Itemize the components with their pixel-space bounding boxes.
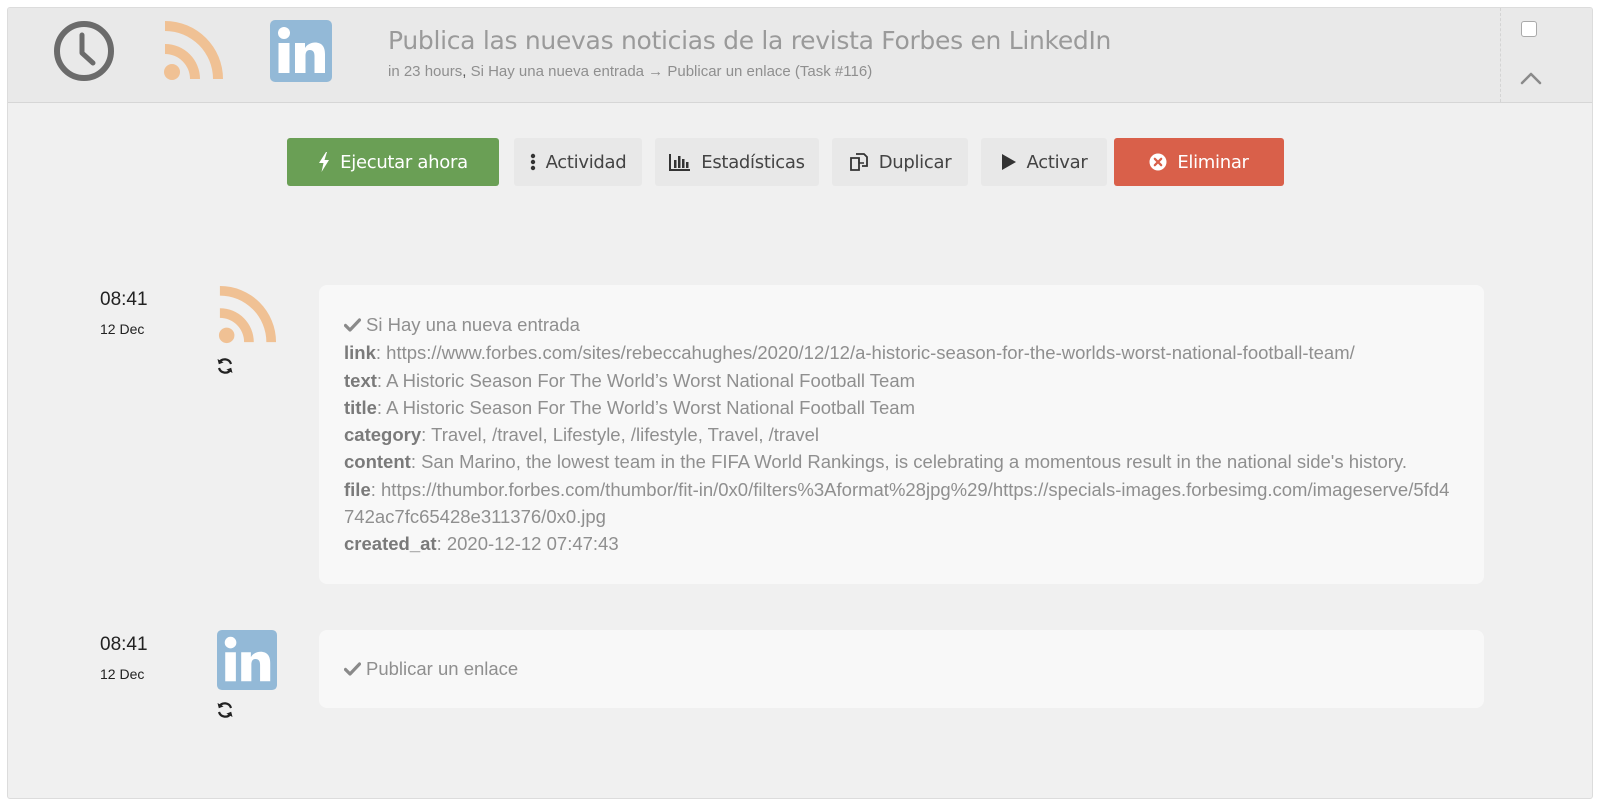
linkedin-icon bbox=[217, 630, 277, 690]
action-entry-card: Publicar un enlace bbox=[319, 630, 1484, 709]
entry-date: 12 Dec bbox=[100, 666, 145, 682]
field-value: San Marino, the lowest team in the FIFA … bbox=[421, 451, 1407, 473]
delete-button[interactable]: Eliminar bbox=[1114, 138, 1284, 186]
linkedin-icon bbox=[270, 20, 332, 82]
entry-date: 12 Dec bbox=[100, 321, 145, 337]
subtitle-separator: , bbox=[462, 63, 467, 80]
check-icon bbox=[343, 656, 362, 683]
activate-label: Activar bbox=[1026, 151, 1088, 173]
entry-status: Si Hay una nueva entrada bbox=[343, 311, 1459, 339]
chevron-up-icon[interactable] bbox=[1520, 70, 1542, 86]
duplicate-label: Duplicar bbox=[878, 151, 952, 173]
task-header[interactable]: Publica las nuevas noticias de la revist… bbox=[8, 8, 1592, 103]
close-circle-icon bbox=[1149, 153, 1167, 171]
field-key: text bbox=[344, 369, 377, 391]
activate-button[interactable]: Activar bbox=[981, 138, 1107, 186]
play-icon bbox=[1001, 153, 1017, 171]
field-value: A Historic Season For The World’s Worst … bbox=[386, 369, 916, 391]
field-key: category bbox=[344, 424, 422, 446]
rss-icon bbox=[217, 285, 277, 345]
run-now-label: Ejecutar ahora bbox=[340, 151, 468, 173]
field-category: category: Travel, /travel, Lifestyle, /l… bbox=[344, 424, 820, 446]
field-value: https://www.forbes.com/sites/rebeccahugh… bbox=[386, 342, 1355, 364]
field-value: 2020-12-12 07:47:43 bbox=[446, 533, 619, 555]
header-divider bbox=[1500, 8, 1501, 102]
entry-time: 08:41 bbox=[100, 634, 148, 655]
refresh-icon[interactable] bbox=[216, 357, 234, 375]
task-title: Publica las nuevas noticias de la revist… bbox=[388, 26, 1112, 55]
entry-status-text: Publicar un enlace bbox=[366, 658, 519, 679]
run-now-button[interactable]: Ejecutar ahora bbox=[287, 138, 499, 186]
check-icon bbox=[343, 312, 362, 339]
rss-icon bbox=[162, 20, 224, 82]
field-key: created_at bbox=[344, 533, 437, 555]
field-created-at: created_at: 2020-12-12 07:47:43 bbox=[344, 533, 619, 555]
field-key: content bbox=[344, 451, 411, 473]
field-value: A Historic Season For The World’s Worst … bbox=[386, 396, 916, 418]
entry-status-text: Si Hay una nueva entrada bbox=[366, 314, 580, 335]
field-content: content: San Marino, the lowest team in … bbox=[344, 451, 1407, 473]
bolt-icon bbox=[318, 152, 330, 172]
action-toolbar: Ejecutar ahora Actividad Estadísticas Du… bbox=[8, 138, 1592, 186]
copy-icon bbox=[849, 152, 869, 172]
field-text: text: A Historic Season For The World’s … bbox=[344, 369, 916, 391]
field-key: title bbox=[344, 396, 377, 418]
select-checkbox[interactable] bbox=[1521, 21, 1537, 37]
field-title: title: A Historic Season For The World’s… bbox=[344, 396, 916, 418]
task-subtitle: in 23 hours, Si Hay una nueva entrada → … bbox=[388, 63, 872, 80]
bar-chart-icon bbox=[669, 153, 691, 171]
field-value: Travel, /travel, Lifestyle, /lifestyle, … bbox=[431, 424, 820, 446]
refresh-icon[interactable] bbox=[216, 701, 234, 719]
statistics-button[interactable]: Estadísticas bbox=[655, 138, 819, 186]
field-key: file bbox=[344, 478, 371, 500]
duplicate-button[interactable]: Duplicar bbox=[832, 138, 968, 186]
activity-button[interactable]: Actividad bbox=[514, 138, 642, 186]
task-schedule: in 23 hours bbox=[388, 63, 463, 80]
trigger-entry-card: Si Hay una nueva entrada link: https://w… bbox=[319, 285, 1484, 584]
vertical-dots-icon bbox=[530, 153, 536, 171]
statistics-label: Estadísticas bbox=[701, 151, 805, 173]
field-file: file: https://thumbor.forbes.com/thumbor… bbox=[344, 478, 1450, 528]
entry-time: 08:41 bbox=[100, 289, 148, 310]
clock-icon bbox=[53, 20, 115, 82]
delete-label: Eliminar bbox=[1177, 151, 1249, 173]
field-value: https://thumbor.forbes.com/thumbor/fit-i… bbox=[344, 478, 1450, 528]
task-panel: Publica las nuevas noticias de la revist… bbox=[7, 7, 1593, 799]
entry-status: Publicar un enlace bbox=[343, 655, 1459, 683]
field-key: link bbox=[344, 342, 376, 364]
activity-label: Actividad bbox=[545, 151, 627, 173]
task-flow: Si Hay una nueva entrada → Publicar un e… bbox=[470, 63, 873, 80]
field-link: link: https://www.forbes.com/sites/rebec… bbox=[344, 342, 1355, 364]
